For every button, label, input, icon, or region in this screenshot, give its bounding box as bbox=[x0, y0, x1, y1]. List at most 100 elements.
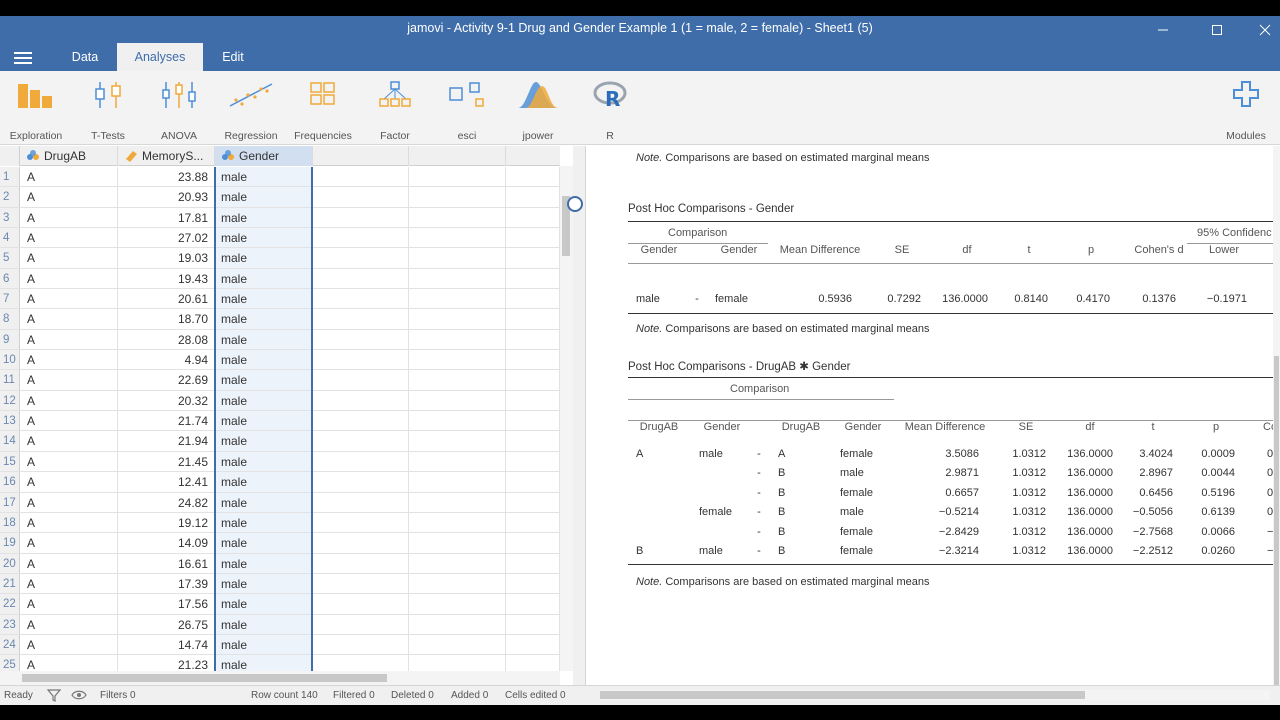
empty-cell[interactable] bbox=[409, 248, 506, 268]
empty-cell[interactable] bbox=[409, 309, 506, 329]
cell-memory[interactable]: 4.94 bbox=[118, 350, 215, 370]
cell-gender[interactable]: male bbox=[215, 472, 313, 492]
empty-cell[interactable] bbox=[506, 411, 560, 431]
cell-drugab[interactable]: A bbox=[20, 492, 118, 512]
empty-cell[interactable] bbox=[409, 573, 506, 594]
empty-cell[interactable] bbox=[506, 370, 560, 390]
ribbon-modules-button[interactable]: Modules bbox=[1210, 71, 1280, 145]
empty-cell[interactable] bbox=[409, 370, 506, 390]
cell-memory[interactable]: 22.69 bbox=[118, 370, 215, 390]
empty-cell[interactable] bbox=[313, 431, 409, 451]
cell-drugab[interactable]: A bbox=[20, 207, 118, 228]
tab-analyses[interactable]: Analyses bbox=[117, 43, 203, 71]
table-row[interactable]: 16 A 12.41 male bbox=[0, 472, 560, 493]
row-number[interactable]: 7 bbox=[0, 289, 20, 309]
table-row[interactable]: 24 A 14.74 male bbox=[0, 634, 560, 656]
cell-gender[interactable]: male bbox=[215, 573, 313, 594]
cell-memory[interactable]: 24.82 bbox=[118, 492, 215, 512]
cell-gender[interactable]: male bbox=[215, 451, 313, 472]
empty-cell[interactable] bbox=[313, 268, 409, 289]
cell-memory[interactable]: 21.45 bbox=[118, 451, 215, 472]
empty-cell[interactable] bbox=[506, 309, 560, 329]
hamburger-menu-icon[interactable] bbox=[12, 49, 34, 67]
cell-gender[interactable]: male bbox=[215, 268, 313, 289]
row-number[interactable]: 18 bbox=[0, 512, 20, 533]
cell-drugab[interactable]: A bbox=[20, 614, 118, 634]
cell-memory[interactable]: 27.02 bbox=[118, 228, 215, 248]
row-number[interactable]: 6 bbox=[0, 268, 20, 289]
row-number[interactable]: 4 bbox=[0, 228, 20, 248]
cell-memory[interactable]: 14.09 bbox=[118, 533, 215, 553]
cell-memory[interactable]: 17.81 bbox=[118, 207, 215, 228]
cell-gender[interactable]: male bbox=[215, 634, 313, 655]
cell-drugab[interactable]: A bbox=[20, 268, 118, 289]
minimize-button[interactable] bbox=[1140, 16, 1186, 43]
cell-memory[interactable]: 18.70 bbox=[118, 309, 215, 329]
empty-cell[interactable] bbox=[409, 451, 506, 472]
row-number[interactable]: 11 bbox=[0, 370, 20, 390]
table-row[interactable]: 9 A 28.08 male bbox=[0, 329, 560, 351]
cell-gender[interactable]: male bbox=[215, 289, 313, 309]
cell-drugab[interactable]: A bbox=[20, 248, 118, 268]
row-number[interactable]: 9 bbox=[0, 329, 20, 350]
row-number[interactable]: 5 bbox=[0, 248, 20, 268]
table-row[interactable]: 7 A 20.61 male bbox=[0, 289, 560, 310]
empty-cell[interactable] bbox=[409, 533, 506, 553]
row-number[interactable]: 8 bbox=[0, 309, 20, 329]
empty-cell[interactable] bbox=[506, 553, 560, 573]
cell-gender[interactable]: male bbox=[215, 350, 313, 370]
cell-memory[interactable]: 21.74 bbox=[118, 411, 215, 431]
empty-cell[interactable] bbox=[506, 492, 560, 512]
cell-drugab[interactable]: A bbox=[20, 472, 118, 492]
empty-cell[interactable] bbox=[313, 492, 409, 512]
table-row[interactable]: 14 A 21.94 male bbox=[0, 431, 560, 452]
empty-cell[interactable] bbox=[409, 350, 506, 370]
empty-cell[interactable] bbox=[313, 411, 409, 431]
table-row[interactable]: 4 A 27.02 male bbox=[0, 228, 560, 249]
column-header-drugab[interactable]: DrugAB bbox=[20, 146, 118, 166]
cell-drugab[interactable]: A bbox=[20, 411, 118, 431]
empty-cell[interactable] bbox=[313, 451, 409, 472]
cell-gender[interactable]: male bbox=[215, 329, 313, 350]
results-vertical-scrollbar[interactable] bbox=[1273, 146, 1280, 685]
table-row[interactable]: 8 A 18.70 male bbox=[0, 309, 560, 330]
row-number[interactable]: 23 bbox=[0, 614, 20, 634]
table-row[interactable]: 18 A 19.12 male bbox=[0, 512, 560, 534]
row-number[interactable]: 15 bbox=[0, 451, 20, 472]
row-number[interactable]: 3 bbox=[0, 207, 20, 228]
cell-drugab[interactable]: A bbox=[20, 309, 118, 329]
cell-gender[interactable]: male bbox=[215, 614, 313, 634]
maximize-button[interactable] bbox=[1194, 16, 1240, 43]
empty-cell[interactable] bbox=[313, 329, 409, 350]
table-row[interactable]: 20 A 16.61 male bbox=[0, 553, 560, 574]
cell-drugab[interactable]: A bbox=[20, 634, 118, 655]
empty-cell[interactable] bbox=[506, 248, 560, 268]
empty-cell[interactable] bbox=[506, 431, 560, 451]
table-row[interactable]: 12 A 20.32 male bbox=[0, 390, 560, 412]
table-row[interactable]: 5 A 19.03 male bbox=[0, 248, 560, 269]
empty-cell[interactable] bbox=[506, 289, 560, 309]
row-number[interactable]: 10 bbox=[0, 350, 20, 370]
cell-drugab[interactable]: A bbox=[20, 431, 118, 451]
cell-gender[interactable]: male bbox=[215, 167, 313, 187]
empty-cell[interactable] bbox=[506, 512, 560, 533]
table-row[interactable]: 19 A 14.09 male bbox=[0, 533, 560, 554]
table-row[interactable]: 2 A 20.93 male bbox=[0, 187, 560, 208]
column-header-gender[interactable]: Gender bbox=[215, 146, 313, 166]
empty-cell[interactable] bbox=[506, 533, 560, 553]
empty-cell[interactable] bbox=[409, 553, 506, 573]
row-number[interactable]: 12 bbox=[0, 390, 20, 411]
ribbon-r-button[interactable]: R R bbox=[574, 71, 646, 145]
empty-cell[interactable] bbox=[506, 614, 560, 634]
empty-cell[interactable] bbox=[313, 350, 409, 370]
cell-gender[interactable]: male bbox=[215, 411, 313, 431]
empty-cell[interactable] bbox=[506, 268, 560, 289]
corner-cell[interactable] bbox=[0, 146, 20, 166]
empty-cell[interactable] bbox=[313, 512, 409, 533]
empty-cell[interactable] bbox=[506, 167, 560, 187]
cell-memory[interactable]: 20.93 bbox=[118, 187, 215, 207]
cell-drugab[interactable]: A bbox=[20, 370, 118, 390]
empty-cell[interactable] bbox=[409, 472, 506, 492]
cell-drugab[interactable]: A bbox=[20, 289, 118, 309]
cell-gender[interactable]: male bbox=[215, 390, 313, 411]
